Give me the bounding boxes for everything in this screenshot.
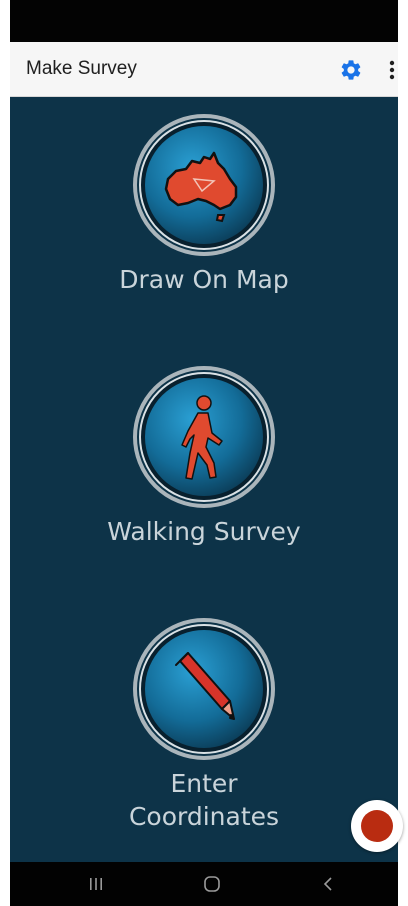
app-bar: Make Survey (10, 42, 398, 97)
survey-options-panel: Draw On Map Walking Survey Enter Coordin… (10, 97, 398, 862)
system-navigation-bar (10, 862, 398, 906)
enter-coordinates-button[interactable] (132, 617, 276, 761)
australia-map-icon (164, 151, 238, 223)
settings-button[interactable] (336, 55, 366, 85)
back-button[interactable] (306, 870, 350, 898)
pencil-icon (175, 652, 235, 720)
draw-on-map-option[interactable]: Draw On Map (10, 113, 398, 296)
walking-person-icon (181, 395, 223, 480)
recents-icon (90, 878, 102, 890)
app-title: Make Survey (26, 58, 137, 79)
enter-coordinates-option[interactable]: Enter Coordinates (10, 617, 398, 833)
back-icon (323, 877, 332, 891)
more-vert-icon (389, 60, 395, 80)
gear-icon (341, 60, 361, 80)
draw-on-map-button[interactable] (132, 113, 276, 257)
enter-coordinates-label-line-2: Coordinates (128, 802, 280, 831)
status-bar (10, 0, 398, 42)
enter-coordinates-label-line-1: Enter (170, 769, 238, 798)
record-icon (361, 810, 393, 842)
home-button[interactable] (190, 870, 234, 898)
draw-on-map-label: Draw On Map (119, 265, 289, 294)
home-icon (204, 876, 220, 892)
walking-survey-button[interactable] (132, 365, 276, 509)
overflow-menu-button[interactable] (382, 55, 402, 85)
walking-survey-label: Walking Survey (107, 517, 301, 546)
walking-survey-option[interactable]: Walking Survey (10, 365, 398, 548)
enter-coordinates-label: Enter Coordinates (10, 767, 398, 833)
recents-button[interactable] (74, 870, 118, 898)
record-button[interactable] (351, 800, 403, 852)
phone-screen: Make Survey Draw On Map Walking Survey E… (0, 0, 408, 906)
